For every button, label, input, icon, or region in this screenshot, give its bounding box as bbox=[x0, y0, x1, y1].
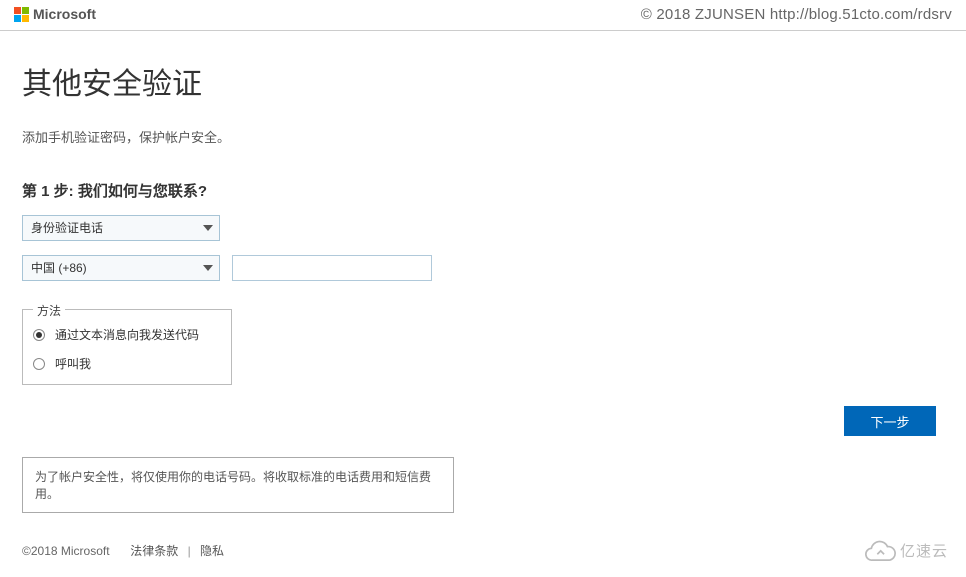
radio-icon bbox=[33, 358, 45, 370]
chevron-down-icon bbox=[203, 225, 213, 231]
footer-legal-link[interactable]: 法律条款 bbox=[130, 544, 178, 558]
watermark-text: © 2018 ZJUNSEN http://blog.51cto.com/rds… bbox=[641, 6, 952, 23]
provider-badge: 亿速云 bbox=[862, 539, 948, 561]
footer: ©2018 Microsoft 法律条款 | 隐私 bbox=[22, 542, 224, 559]
radio-option-sms[interactable]: 通过文本消息向我发送代码 bbox=[33, 318, 221, 347]
step-heading: 第 1 步: 我们如何与您联系? bbox=[22, 180, 966, 201]
method-fieldset: 方法 通过文本消息向我发送代码 呼叫我 bbox=[22, 309, 232, 385]
next-button[interactable]: 下一步 bbox=[844, 406, 936, 436]
cloud-icon bbox=[862, 539, 896, 561]
footer-copyright: ©2018 Microsoft bbox=[22, 544, 110, 558]
radio-sms-label: 通过文本消息向我发送代码 bbox=[55, 326, 199, 343]
country-code-select[interactable]: 中国 (+86) bbox=[22, 255, 220, 281]
page-title: 其他安全验证 bbox=[22, 59, 966, 103]
page-subtitle: 添加手机验证密码，保护帐户安全。 bbox=[22, 127, 966, 146]
verification-method-select[interactable]: 身份验证电话 bbox=[22, 215, 220, 241]
verification-method-value: 身份验证电话 bbox=[31, 221, 103, 235]
radio-icon bbox=[33, 329, 45, 341]
microsoft-logo: Microsoft bbox=[14, 6, 96, 22]
microsoft-grid-icon bbox=[14, 7, 29, 22]
provider-badge-text: 亿速云 bbox=[900, 540, 948, 561]
chevron-down-icon bbox=[203, 265, 213, 271]
footer-privacy-link[interactable]: 隐私 bbox=[200, 544, 224, 558]
phone-number-input[interactable] bbox=[232, 255, 432, 281]
footer-separator: | bbox=[188, 544, 191, 558]
security-note: 为了帐户安全性，将仅使用你的电话号码。将收取标准的电话费用和短信费用。 bbox=[22, 457, 454, 513]
country-code-value: 中国 (+86) bbox=[31, 261, 87, 275]
brand-name: Microsoft bbox=[33, 6, 96, 22]
radio-option-call[interactable]: 呼叫我 bbox=[33, 347, 221, 372]
radio-call-label: 呼叫我 bbox=[55, 355, 91, 372]
fieldset-legend: 方法 bbox=[33, 302, 65, 319]
